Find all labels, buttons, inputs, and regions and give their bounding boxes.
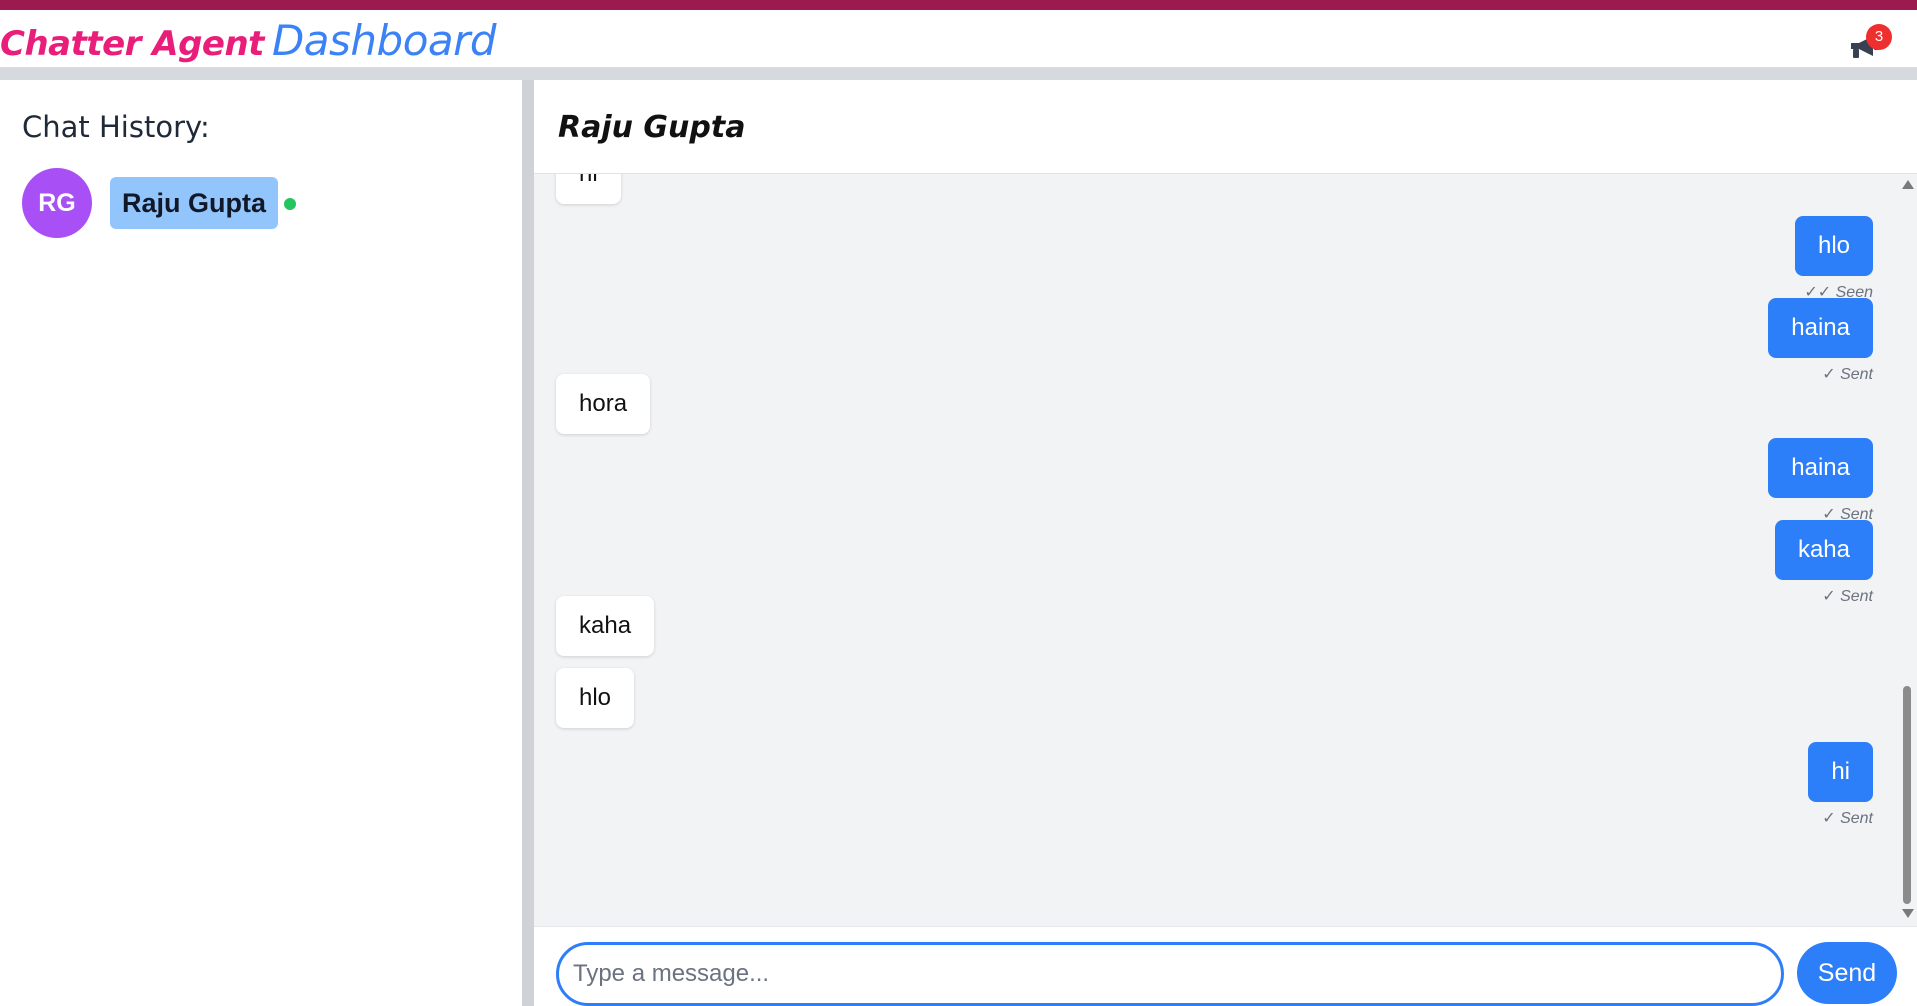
scroll-down-arrow-icon[interactable] (1902, 909, 1914, 918)
message-bubble-incoming: hora (556, 374, 651, 434)
chat-history-sidebar: Chat History: RG Raju Gupta (0, 80, 522, 1006)
message-bubble-outgoing: haina (1768, 298, 1873, 358)
message-input[interactable] (556, 942, 1784, 1006)
message-status: ✓ Sent (1822, 810, 1873, 827)
notification-badge: 3 (1866, 24, 1892, 50)
chat-header: Raju Gupta (534, 80, 1917, 174)
chat-contact-name: Raju Gupta (558, 110, 746, 145)
online-status-dot (284, 198, 296, 210)
send-button[interactable]: Send (1797, 942, 1897, 1004)
message-bubble-outgoing: hi (1808, 742, 1873, 802)
message-bubble-incoming: kaha (556, 596, 655, 656)
message-scrollbar[interactable] (1898, 174, 1917, 926)
header-separator (0, 68, 1917, 80)
app-header: Chatter Agent Dashboard 3 (0, 10, 1917, 68)
sidebar-title: Chat History: (22, 110, 210, 144)
scrollbar-thumb[interactable] (1903, 686, 1911, 904)
avatar: RG (22, 168, 92, 238)
message-bubble-incoming: hi (556, 174, 621, 204)
top-accent-bar (0, 0, 1917, 10)
message-status: ✓ Sent (1822, 588, 1873, 605)
message-bubble-outgoing: kaha (1774, 520, 1873, 580)
chat-panel: Raju Gupta hi hlo ✓✓ Seen haina ✓ Sent h… (534, 80, 1917, 1006)
notification-button[interactable]: 3 (1845, 24, 1897, 74)
contact-item[interactable]: RG Raju Gupta (22, 168, 502, 238)
brand-subtitle: Dashboard (271, 16, 497, 65)
panel-divider[interactable] (522, 80, 534, 1006)
message-list[interactable]: hi hlo ✓✓ Seen haina ✓ Sent hora haina ✓… (534, 174, 1917, 926)
contact-name[interactable]: Raju Gupta (110, 177, 279, 229)
message-composer: Send (534, 926, 1917, 1006)
app-brand: Chatter Agent Dashboard (0, 16, 497, 65)
scroll-up-arrow-icon[interactable] (1902, 180, 1914, 189)
message-bubble-outgoing: haina (1768, 438, 1873, 498)
message-status: ✓ Sent (1822, 366, 1873, 383)
message-bubble-incoming: hlo (556, 668, 635, 728)
message-bubble-outgoing: hlo (1794, 216, 1873, 276)
brand-name: Chatter Agent (0, 24, 264, 64)
